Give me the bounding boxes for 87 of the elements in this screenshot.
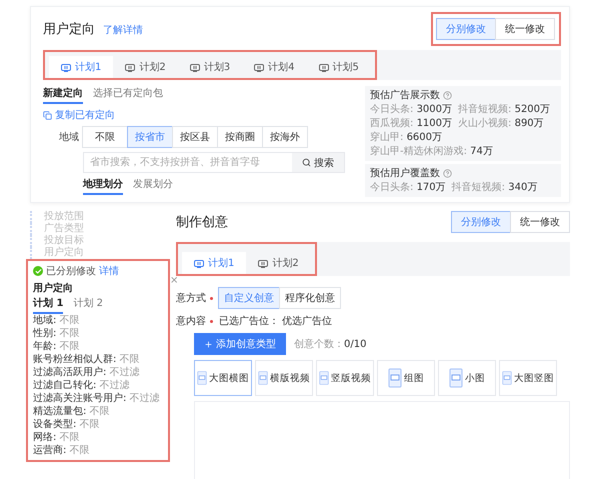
targeting-tab[interactable]: 新建定向 [43,86,83,104]
mode-toggle[interactable]: 分别修改 [451,211,511,233]
region-option[interactable]: 按省市 [127,126,173,148]
creative-format-card[interactable]: 横版视频 [255,360,313,396]
required-icon [210,296,213,300]
targeting-summary-row-text: 账号粉丝相似人群: 不限 [33,354,141,366]
estimate-stat: 穿山甲: 6600万 [370,131,442,144]
phone-layout-icon [502,368,512,388]
plan-tab[interactable]: 计划5 [306,56,371,78]
region-option[interactable]: 按区县 [172,126,218,148]
estimate-stat: 抖音短视频: 5200万 [458,103,550,116]
required-icon [210,320,213,322]
plan-tab[interactable]: 计划2 [113,56,178,78]
phone-layout-icon [258,368,268,388]
phone-layout-icon [319,368,329,388]
targeting-summary-row-text: 过滤高活跃用户: 不过滤 [33,367,141,379]
help-icon[interactable] [443,169,452,178]
region-search-field[interactable]: 省市搜索，不支持按拼音、拼音首字母 搜索 [83,152,345,173]
creative-method-option[interactable]: 自定义创意 [218,287,280,309]
details-link[interactable]: 详情 [99,264,119,278]
tv-icon [190,62,200,72]
targeting-summary-row-text: 过滤自己转化: 不过滤 [33,380,131,392]
status-text: 已分别修改 [46,265,96,278]
creative-count: 创意个数：0/10 [294,338,366,351]
help-icon[interactable] [443,91,452,100]
region-label: 地域 [58,130,80,144]
estimate-title: 预估广告展示数 [370,89,440,102]
placement-text: 已选广告位： 优选广告位 [219,314,332,328]
targeting-tab[interactable]: 选择已有定向包 [93,86,163,104]
plan-tab[interactable]: 计划3 [178,56,242,78]
creative-format-card[interactable]: 竖版视频 [316,360,374,396]
phone-layout-icon [388,368,402,388]
section-title: 用户定向 [43,21,95,38]
tv-icon [194,258,204,268]
targeting-summary-row-text: 年龄: 不限 [33,341,81,353]
phone-layout-icon [197,368,207,388]
plan-tab[interactable]: 计划1 [182,252,246,274]
plus-icon [204,340,213,348]
copy-targeting-link[interactable]: 复制已有定向 [43,108,355,122]
targeting-summary-row-text: 精选流量包: 不限 [33,406,111,418]
targeting-summary-row-text: 地域: 不限 [33,315,81,327]
plan-tab[interactable]: 计划1 [49,56,114,78]
copy-icon [43,110,52,120]
field-label: 意方式 [176,292,206,305]
division-tab[interactable]: 发展划分 [133,177,173,195]
tv-icon [61,62,71,72]
estimate-stat: 火山小视频: 890万 [458,117,544,130]
creative-format-card[interactable]: 大图横图 [194,360,252,396]
targeting-summary-row-text: 网络: 不限 [33,432,81,444]
estimate-stat: 抖音短视频: 340万 [452,181,538,194]
creative-format-card[interactable]: 组图 [377,360,435,396]
field-label: 意内容 [176,314,206,328]
tv-icon [318,62,328,72]
mode-toggle[interactable]: 统一修改 [495,18,555,40]
creative-method-option[interactable]: 程序化创意 [279,287,341,309]
region-option[interactable]: 按海外 [262,126,308,148]
phone-layout-icon [449,368,463,388]
tv-icon [258,258,268,268]
plan-tab[interactable]: 计划 1 [33,296,64,314]
add-creative-type-button[interactable]: 添加创意类型 [194,333,286,355]
search-icon [302,158,311,167]
details-link[interactable]: 了解详情 [103,23,143,37]
targeting-summary-row-text: 过滤高关注账号用户: 不过滤 [33,393,161,405]
tv-icon [125,62,136,72]
section-title: 制作创意 [176,214,228,231]
targeting-summary-row-text: 性别: 不限 [33,328,81,340]
estimate-stat: 今日头条: 170万 [370,181,446,194]
mode-toggle[interactable]: 分别修改 [436,18,496,40]
plan-tab[interactable]: 计划4 [242,56,306,78]
estimate-title: 预估用户覆盖数 [370,167,440,180]
creative-format-card[interactable]: 小图 [438,360,496,396]
region-option[interactable]: 按商圈 [217,126,263,148]
tv-icon [254,62,264,72]
estimate-stat: 今日头条: 3000万 [370,103,452,116]
division-tab[interactable]: 地理划分 [83,177,123,195]
targeting-summary-row-text: 运营商: 不限 [33,445,91,457]
targeting-summary-row-text: 设备类型: 不限 [33,419,101,431]
mode-toggle[interactable]: 统一修改 [510,211,570,233]
plan-tab[interactable]: 计划 2 [73,296,103,314]
estimate-stat: 穿山甲-精选休闲游戏: 74万 [370,145,493,158]
popover-title: 用户定向 [33,281,74,295]
estimate-stat: 西瓜视频: 1100万 [370,117,452,130]
search-button[interactable]: 搜索 [292,153,344,172]
region-option[interactable]: 不限 [82,126,128,148]
creative-format-card[interactable]: 大图竖图 [499,360,557,396]
plan-tab[interactable]: 计划2 [246,252,311,274]
check-icon [33,266,43,276]
